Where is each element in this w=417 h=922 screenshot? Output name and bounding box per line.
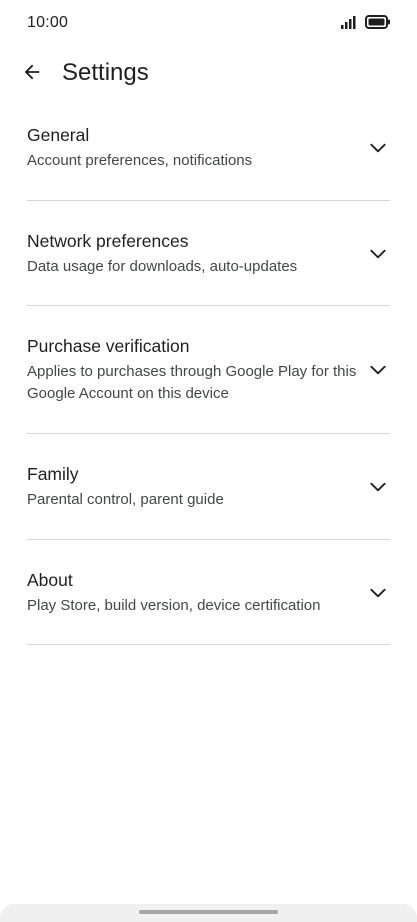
setting-subtitle: Data usage for downloads, auto-updates (27, 258, 298, 275)
chevron-down-icon[interactable] (366, 581, 390, 605)
page-title: Settings (62, 59, 149, 86)
status-icons (341, 15, 391, 34)
back-button[interactable] (16, 58, 48, 90)
setting-title: Purchase verification (27, 336, 190, 356)
chevron-down-icon[interactable] (366, 136, 390, 160)
status-bar: 10:00 (0, 0, 417, 48)
setting-subtitle: Play Store, build version, device certif… (27, 597, 321, 614)
setting-purchase-verification[interactable]: Purchase verification Applies to purchas… (27, 306, 390, 434)
setting-subtitle: Parental control, parent guide (27, 491, 224, 508)
app-bar: Settings (0, 48, 417, 100)
navigation-bar (0, 904, 417, 922)
setting-about[interactable]: About Play Store, build version, device … (27, 540, 390, 645)
signal-icon (341, 15, 359, 34)
battery-icon (365, 15, 391, 34)
setting-general[interactable]: General Account preferences, notificatio… (27, 100, 390, 201)
chevron-down-icon[interactable] (366, 475, 390, 499)
setting-family[interactable]: Family Parental control, parent guide (27, 434, 390, 540)
home-indicator[interactable] (139, 910, 278, 914)
setting-subtitle: Applies to purchases through Google Play… (27, 363, 357, 402)
chevron-down-icon[interactable] (366, 358, 390, 382)
setting-title: Family (27, 464, 79, 484)
setting-title: Network preferences (27, 231, 189, 251)
arrow-back-icon (21, 61, 43, 88)
settings-list: General Account preferences, notificatio… (27, 100, 390, 645)
setting-title: General (27, 125, 90, 145)
status-time: 10:00 (27, 14, 69, 31)
setting-subtitle: Account preferences, notifications (27, 152, 253, 169)
setting-title: About (27, 570, 73, 590)
chevron-down-icon[interactable] (366, 242, 390, 266)
setting-network-preferences[interactable]: Network preferences Data usage for downl… (27, 201, 390, 306)
